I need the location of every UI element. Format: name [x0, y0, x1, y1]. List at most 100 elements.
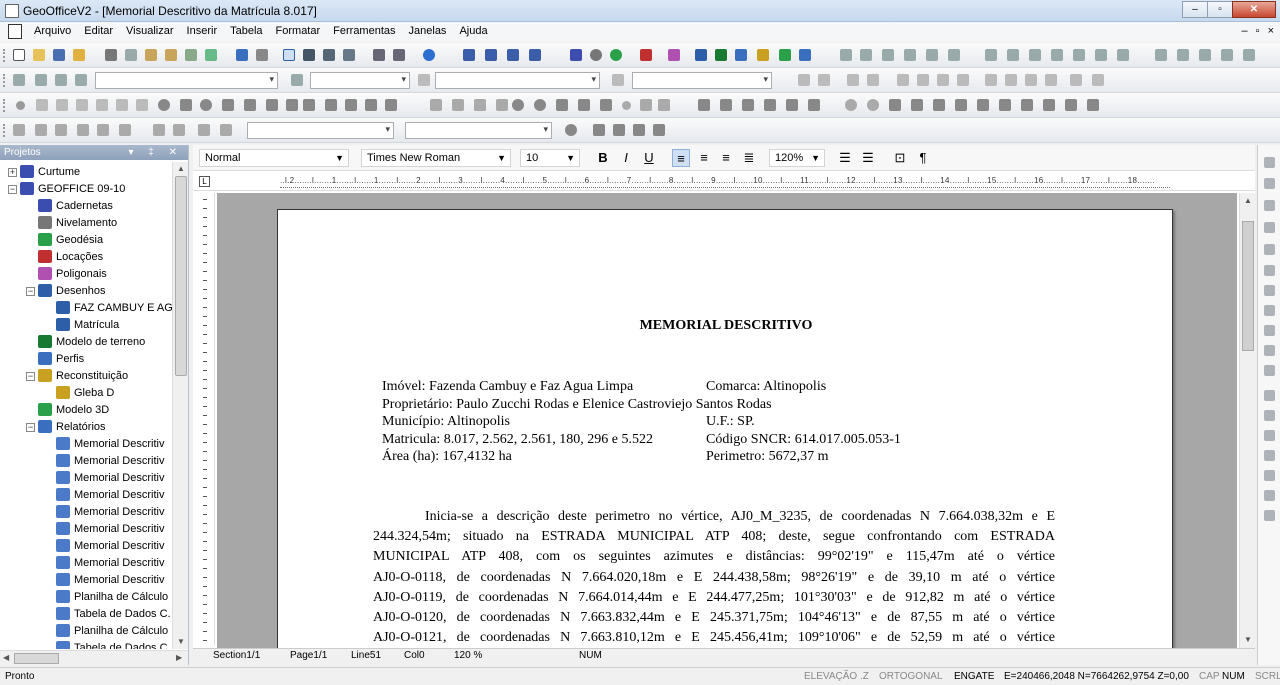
layer-tool-8-icon[interactable] — [1155, 49, 1167, 61]
side-tool-17-icon[interactable] — [1264, 490, 1275, 501]
status-elevacao[interactable]: ELEVAÇÃO .Z — [804, 671, 869, 682]
menu-visualizar[interactable]: Visualizar — [126, 25, 174, 37]
layer-tool-6-icon[interactable] — [1095, 49, 1107, 61]
layer-tool-9-icon[interactable] — [1177, 49, 1189, 61]
zoom-4-icon[interactable] — [764, 99, 776, 111]
zoom-6-icon[interactable] — [808, 99, 820, 111]
line-icon[interactable] — [36, 99, 48, 111]
mtext-icon[interactable] — [325, 99, 337, 111]
snap-11-icon[interactable] — [1065, 99, 1077, 111]
modelo-terreno-icon[interactable] — [715, 49, 727, 61]
linetype-icon[interactable] — [418, 74, 430, 86]
view-web-icon[interactable] — [323, 49, 335, 61]
menu-tabela[interactable]: Tabela — [230, 25, 262, 37]
doc-close-button[interactable]: × — [1268, 25, 1274, 37]
dim-8-icon[interactable] — [173, 124, 185, 136]
tree-item[interactable]: Geodésia — [38, 232, 103, 249]
style-select[interactable]: Normal ▼ — [199, 149, 349, 167]
paste-icon[interactable] — [145, 49, 157, 61]
hatch-2-icon[interactable] — [1005, 74, 1017, 86]
help-icon[interactable] — [423, 49, 435, 61]
close-button[interactable]: ✕ — [1232, 1, 1276, 18]
font-size-select[interactable]: 10 ▼ — [520, 149, 580, 167]
lineweight-icon[interactable] — [612, 74, 624, 86]
reconstituicao-icon[interactable] — [757, 49, 769, 61]
maximize-button[interactable]: ▫ — [1207, 1, 1233, 18]
redo-icon[interactable] — [256, 49, 268, 61]
open-folder-icon[interactable] — [33, 49, 45, 61]
tree-item[interactable]: Matrícula — [56, 317, 119, 334]
new-file-icon[interactable] — [13, 49, 25, 61]
page-break-button[interactable]: ⊡ — [891, 149, 909, 167]
document-page[interactable]: MEMORIAL DESCRITIVO Imóvel: Fazenda Camb… — [277, 209, 1173, 648]
draw-tool-5-icon[interactable] — [926, 49, 938, 61]
horizontal-ruler[interactable]: L ..l.2.......l.......1.......l.......1.… — [193, 173, 1255, 191]
nivelamento-icon[interactable] — [590, 49, 602, 61]
minimize-button[interactable]: ‒ — [1182, 1, 1208, 18]
view-outline-icon[interactable] — [343, 49, 355, 61]
zoom-3-icon[interactable] — [742, 99, 754, 111]
snap-6-icon[interactable] — [955, 99, 967, 111]
snap-4-icon[interactable] — [911, 99, 923, 111]
menu-formatar[interactable]: Formatar — [276, 25, 321, 37]
text-icon[interactable] — [303, 99, 315, 111]
print-preview-icon[interactable] — [393, 49, 405, 61]
tool-c-icon[interactable] — [897, 74, 909, 86]
tree-item[interactable]: Modelo 3D — [38, 402, 109, 419]
edit-tool-12-icon[interactable] — [658, 99, 670, 111]
hatch-1-icon[interactable] — [985, 74, 997, 86]
snap-3-icon[interactable] — [889, 99, 901, 111]
vertical-ruler[interactable] — [193, 193, 215, 645]
table-icon[interactable] — [385, 99, 397, 111]
tree-vscroll[interactable]: ▲ ▼ — [172, 162, 188, 649]
tree-expander[interactable]: − — [26, 372, 35, 381]
side-tool-3-icon[interactable] — [1264, 200, 1275, 211]
tab-stop-selector[interactable]: L — [199, 176, 210, 187]
dim-7-icon[interactable] — [153, 124, 165, 136]
layer-tool-7-icon[interactable] — [1117, 49, 1129, 61]
edit-tool-4-icon[interactable] — [496, 99, 508, 111]
hatch-icon[interactable] — [266, 99, 278, 111]
render-5-icon[interactable] — [653, 124, 665, 136]
tree-item[interactable]: Planilha de Cálculo — [56, 623, 168, 640]
side-tool-10-icon[interactable] — [1264, 345, 1275, 356]
side-tool-18-icon[interactable] — [1264, 510, 1275, 521]
tree-item[interactable]: Modelo de terreno — [38, 334, 145, 351]
side-tool-5-icon[interactable] — [1264, 244, 1275, 255]
align-left-button[interactable]: ≡ — [672, 149, 690, 167]
menu-editar[interactable]: Editar — [84, 25, 113, 37]
paste-special-icon[interactable] — [165, 49, 177, 61]
zoom-select[interactable]: 120% ▼ — [769, 149, 825, 167]
shp-export-icon[interactable] — [798, 74, 810, 86]
desenhos-icon[interactable] — [695, 49, 707, 61]
window-tile-v-icon[interactable] — [507, 49, 519, 61]
side-tool-15-icon[interactable] — [1264, 450, 1275, 461]
hatch-6-icon[interactable] — [1092, 74, 1104, 86]
menu-inserir[interactable]: Inserir — [187, 25, 218, 37]
rectangle-icon[interactable] — [180, 99, 192, 111]
color-select[interactable] — [310, 72, 410, 89]
tree-item[interactable]: Memorial Descritiv — [56, 521, 164, 538]
draw-tool-4-icon[interactable] — [904, 49, 916, 61]
image-icon[interactable] — [345, 99, 357, 111]
lock-icon[interactable] — [75, 74, 87, 86]
tree-item[interactable]: Curtume — [20, 164, 80, 181]
modelo-3d-icon[interactable] — [779, 49, 791, 61]
tree-item[interactable]: Memorial Descritiv — [56, 487, 164, 504]
edit-tool-8-icon[interactable] — [578, 99, 590, 111]
circle-icon[interactable] — [158, 99, 170, 111]
menu-arquivo[interactable]: Arquivo — [34, 25, 71, 37]
layer-tool-3-icon[interactable] — [1029, 49, 1041, 61]
tool-b-icon[interactable] — [867, 74, 879, 86]
side-tool-16-icon[interactable] — [1264, 470, 1275, 481]
hatch-5-icon[interactable] — [1070, 74, 1082, 86]
menu-ferramentas[interactable]: Ferramentas — [333, 25, 395, 37]
layer-manager-icon[interactable] — [35, 74, 47, 86]
edit-tool-9-icon[interactable] — [600, 99, 612, 111]
align-center-button[interactable]: ≡ — [695, 149, 713, 167]
tree-item[interactable]: FAZ CAMBUY E AG — [56, 300, 172, 317]
side-tool-13-icon[interactable] — [1264, 410, 1275, 421]
tree-item[interactable]: Poligonais — [38, 266, 107, 283]
side-tool-12-icon[interactable] — [1264, 390, 1275, 401]
spline-icon[interactable] — [96, 99, 108, 111]
